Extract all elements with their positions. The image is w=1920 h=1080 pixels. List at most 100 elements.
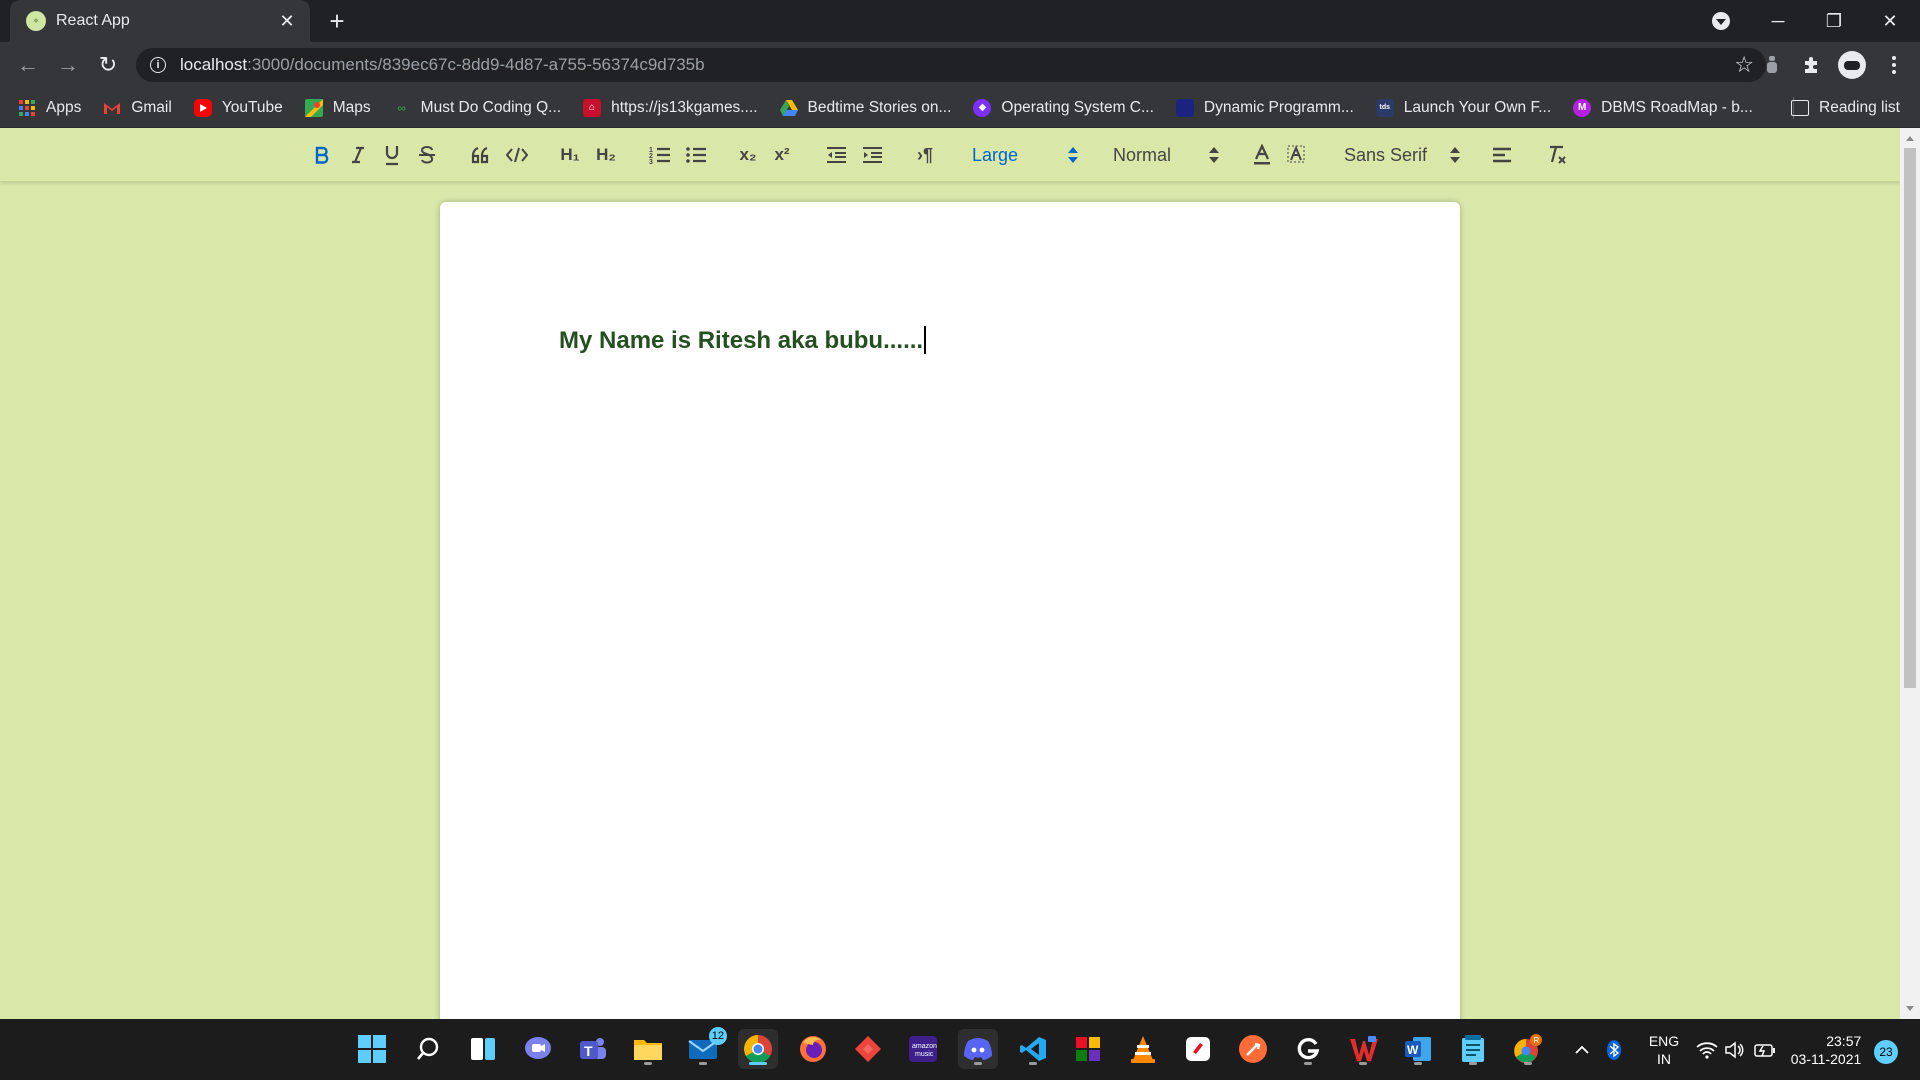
bluetooth-icon[interactable] (1606, 1019, 1622, 1080)
superscript-button[interactable]: x² (768, 141, 796, 169)
vlc-icon[interactable] (1123, 1029, 1163, 1069)
wps-office-icon[interactable] (1343, 1029, 1383, 1069)
scroll-up-arrow-icon[interactable] (1906, 136, 1914, 141)
size-picker[interactable]: Large (972, 141, 1078, 169)
outdent-button[interactable] (822, 141, 850, 169)
subscript-button[interactable]: x₂ (734, 141, 762, 169)
underline-button[interactable] (378, 141, 406, 169)
clear-formatting-button[interactable] (1543, 141, 1571, 169)
ordered-list-button[interactable]: 123 (646, 141, 674, 169)
bookmark-must-do-coding[interactable]: ∞ Must Do Coding Q... (393, 99, 561, 117)
apps-grid-icon (18, 99, 36, 117)
windows-taskbar: T 12 amazon music W R ENG IN 23:57 03-11… (0, 1019, 1920, 1080)
notepad-icon[interactable] (1453, 1029, 1493, 1069)
bookmark-apps[interactable]: Apps (18, 99, 81, 117)
scroll-down-arrow-icon[interactable] (1906, 1006, 1914, 1011)
bookmark-dbms-roadmap[interactable]: M DBMS RoadMap - b... (1573, 98, 1753, 117)
show-hidden-icons-chevron-up-icon[interactable] (1574, 1019, 1590, 1080)
bold-button[interactable] (308, 141, 336, 169)
chat-icon[interactable] (518, 1029, 558, 1069)
header-picker[interactable]: Normal (1113, 141, 1219, 169)
vscode-icon[interactable] (1013, 1029, 1053, 1069)
language-indicator[interactable]: ENG IN (1642, 1019, 1686, 1080)
page-viewport: H₁ H₂ 123 x₂ x² ›¶ Large Normal Sans Ser… (0, 128, 1920, 1019)
firefox-icon[interactable] (793, 1029, 833, 1069)
restore-button[interactable]: ❐ (1806, 0, 1862, 42)
svg-text:3: 3 (649, 159, 653, 165)
bookmark-launch-your-own[interactable]: tds Launch Your Own F... (1375, 98, 1551, 117)
profile-avatar[interactable] (1838, 51, 1866, 79)
bookmark-js13kgames[interactable]: ⌂ https://js13kgames.... (583, 98, 758, 117)
bookmark-gmail[interactable]: Gmail (103, 99, 172, 117)
header-2-button[interactable]: H₂ (592, 141, 620, 169)
tab-close-icon[interactable]: ✕ (276, 11, 298, 32)
bookmark-star-icon[interactable]: ☆ (1734, 52, 1754, 78)
reading-list-button[interactable]: Reading list (1791, 88, 1900, 128)
code-block-button[interactable] (503, 141, 531, 169)
site-info-icon[interactable]: i (150, 57, 166, 73)
tab-react-app[interactable]: ⚛ React App ✕ (10, 0, 310, 42)
anydesk-icon[interactable] (848, 1029, 888, 1069)
clock[interactable]: 23:57 03-11-2021 (1786, 1019, 1866, 1080)
word-icon[interactable]: W (1398, 1029, 1438, 1069)
battery-icon[interactable] (1754, 1019, 1776, 1080)
chevron-updown-icon (1068, 147, 1078, 163)
postman-icon[interactable] (1233, 1029, 1273, 1069)
forward-button[interactable]: → (54, 51, 82, 79)
document-page[interactable]: My Name is Ritesh aka bubu...... (440, 202, 1460, 1019)
page-scrollbar[interactable] (1900, 128, 1920, 1019)
extensions-puzzle-icon[interactable] (1798, 51, 1826, 79)
align-button[interactable] (1488, 141, 1516, 169)
chrome-profile-icon[interactable]: R (1508, 1029, 1548, 1069)
bookmark-operating-system[interactable]: ◆ Operating System C... (973, 98, 1154, 117)
amazon-music-icon[interactable]: amazon music (903, 1029, 943, 1069)
site-icon (1175, 98, 1194, 117)
app-tiles-icon[interactable] (1068, 1029, 1108, 1069)
blockquote-button[interactable] (467, 141, 495, 169)
wifi-icon[interactable] (1696, 1019, 1718, 1080)
editor-toolbar: H₁ H₂ 123 x₂ x² ›¶ Large Normal Sans Ser… (0, 128, 1900, 182)
chrome-icon[interactable] (738, 1029, 778, 1069)
whiteboard-icon[interactable] (1178, 1029, 1218, 1069)
close-window-button[interactable]: ✕ (1862, 0, 1918, 42)
js13k-icon: ⌂ (583, 98, 602, 117)
bookmark-maps[interactable]: Maps (304, 98, 371, 117)
bullet-list-button[interactable] (682, 141, 710, 169)
font-picker[interactable]: Sans Serif (1344, 141, 1460, 169)
tab-search-icon[interactable] (1712, 12, 1730, 30)
mail-icon[interactable]: 12 (683, 1027, 727, 1069)
svg-text:music: music (915, 1051, 934, 1058)
task-view-icon[interactable] (463, 1029, 503, 1069)
italic-button[interactable] (344, 141, 372, 169)
strike-button[interactable] (413, 141, 441, 169)
url-text[interactable]: localhost:3000/documents/839ec67c-8dd9-4… (180, 55, 705, 75)
menu-kebab-icon[interactable] (1880, 51, 1908, 79)
discord-icon[interactable] (958, 1029, 998, 1069)
scrollbar-thumb[interactable] (1904, 148, 1916, 688)
background-color-button[interactable] (1282, 141, 1310, 169)
start-button-icon[interactable] (352, 1029, 392, 1069)
bookmark-youtube[interactable]: YouTube (193, 98, 283, 117)
back-button[interactable]: ← (14, 51, 42, 79)
header-1-button[interactable]: H₁ (556, 141, 584, 169)
site-icon: ◆ (973, 98, 992, 117)
search-icon[interactable] (408, 1029, 448, 1069)
minimize-button[interactable]: ─ (1750, 0, 1806, 42)
teams-icon[interactable]: T (573, 1029, 613, 1069)
address-bar[interactable]: i localhost:3000/documents/839ec67c-8dd9… (136, 48, 1766, 82)
g-app-icon[interactable] (1288, 1029, 1328, 1069)
document-editor[interactable]: My Name is Ritesh aka bubu...... (559, 326, 927, 355)
extension-icon[interactable] (1758, 51, 1786, 79)
notification-count-badge[interactable]: 23 (1874, 1040, 1898, 1064)
text-color-button[interactable] (1248, 141, 1276, 169)
text-direction-button[interactable]: ›¶ (911, 141, 939, 169)
volume-icon[interactable] (1724, 1019, 1744, 1080)
new-tab-button[interactable]: + (322, 6, 352, 36)
svg-text:amazon: amazon (912, 1043, 937, 1050)
bookmark-bedtime-stories[interactable]: Bedtime Stories on... (779, 99, 951, 117)
indent-button[interactable] (858, 141, 886, 169)
text-caret (924, 326, 927, 354)
file-explorer-icon[interactable] (628, 1029, 668, 1069)
bookmark-dynamic-programming[interactable]: Dynamic Programm... (1175, 98, 1354, 117)
reload-button[interactable]: ↻ (94, 51, 122, 79)
